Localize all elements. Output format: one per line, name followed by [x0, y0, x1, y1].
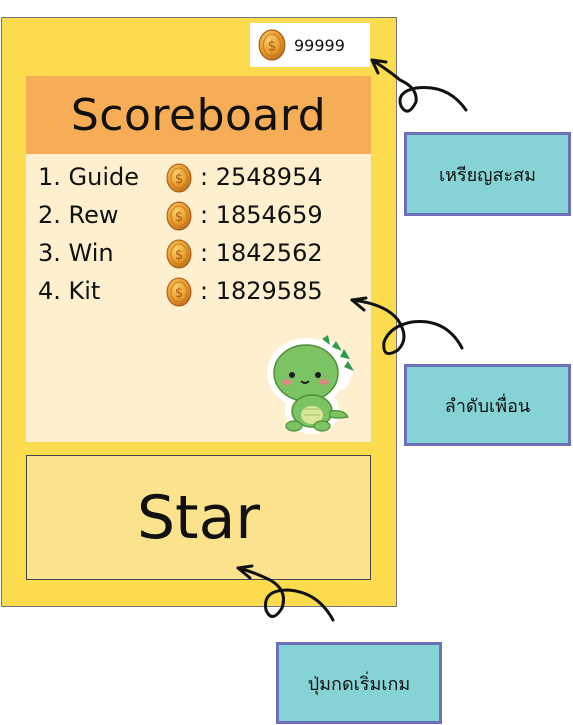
annotation-arrows — [236, 58, 468, 622]
arrowhead-icon — [350, 296, 368, 312]
curved-arrow-icon — [236, 566, 335, 622]
curved-arrow-icon — [350, 298, 464, 356]
curved-arrow-icon — [370, 58, 468, 113]
